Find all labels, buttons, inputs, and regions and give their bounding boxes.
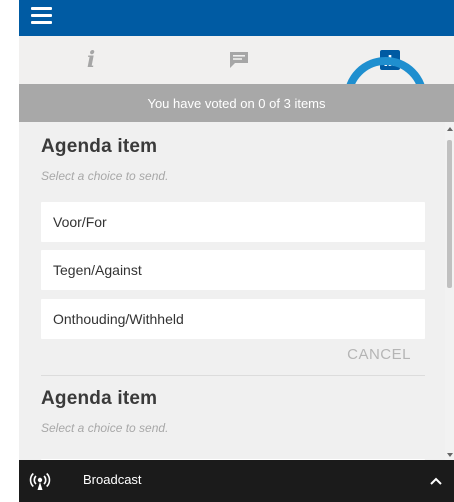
tab-chat[interactable]: [174, 36, 304, 84]
vote-status-text: You have voted on 0 of 3 items: [147, 95, 326, 111]
agenda-item-title: Agenda item: [41, 388, 158, 409]
vote-status-bar: You have voted on 0 of 3 items: [19, 84, 454, 122]
tab-bar: i: [19, 36, 454, 140]
app-frame: i You have voted on 0 of 3 items Agenda …: [19, 0, 454, 502]
voting-content[interactable]: Agenda item Select a choice to send. Voo…: [19, 122, 445, 460]
cancel-button[interactable]: CANCEL: [347, 346, 411, 363]
choice-for-button[interactable]: Voor/For: [41, 202, 425, 242]
choice-against-button[interactable]: Tegen/Against: [41, 250, 425, 290]
broadcast-icon: [29, 472, 51, 490]
agenda-item-1: Agenda item Select a choice to send. Voo…: [41, 136, 425, 366]
broadcast-bar[interactable]: Broadcast: [19, 460, 454, 502]
scroll-down-arrow-icon[interactable]: [447, 453, 453, 457]
info-icon: i: [86, 47, 96, 73]
agenda-item-hint: Select a choice to send.: [41, 421, 169, 435]
choice-withheld-button[interactable]: Onthouding/Withheld: [41, 299, 425, 339]
agenda-item-hint: Select a choice to send.: [41, 169, 169, 183]
scrollbar[interactable]: [445, 122, 454, 460]
top-app-bar: [19, 0, 454, 36]
hamburger-menu-icon[interactable]: [31, 7, 52, 24]
agenda-divider: [41, 375, 425, 376]
scrollbar-thumb[interactable]: [447, 140, 452, 288]
chevron-up-icon[interactable]: [429, 474, 443, 488]
tab-info[interactable]: i: [26, 36, 156, 84]
agenda-item-title: Agenda item: [41, 136, 158, 157]
scroll-up-arrow-icon[interactable]: [447, 127, 453, 131]
agenda-item-2: Agenda item Select a choice to send.: [41, 388, 425, 460]
chat-bubble-icon: [230, 52, 248, 68]
broadcast-label: Broadcast: [83, 472, 142, 487]
